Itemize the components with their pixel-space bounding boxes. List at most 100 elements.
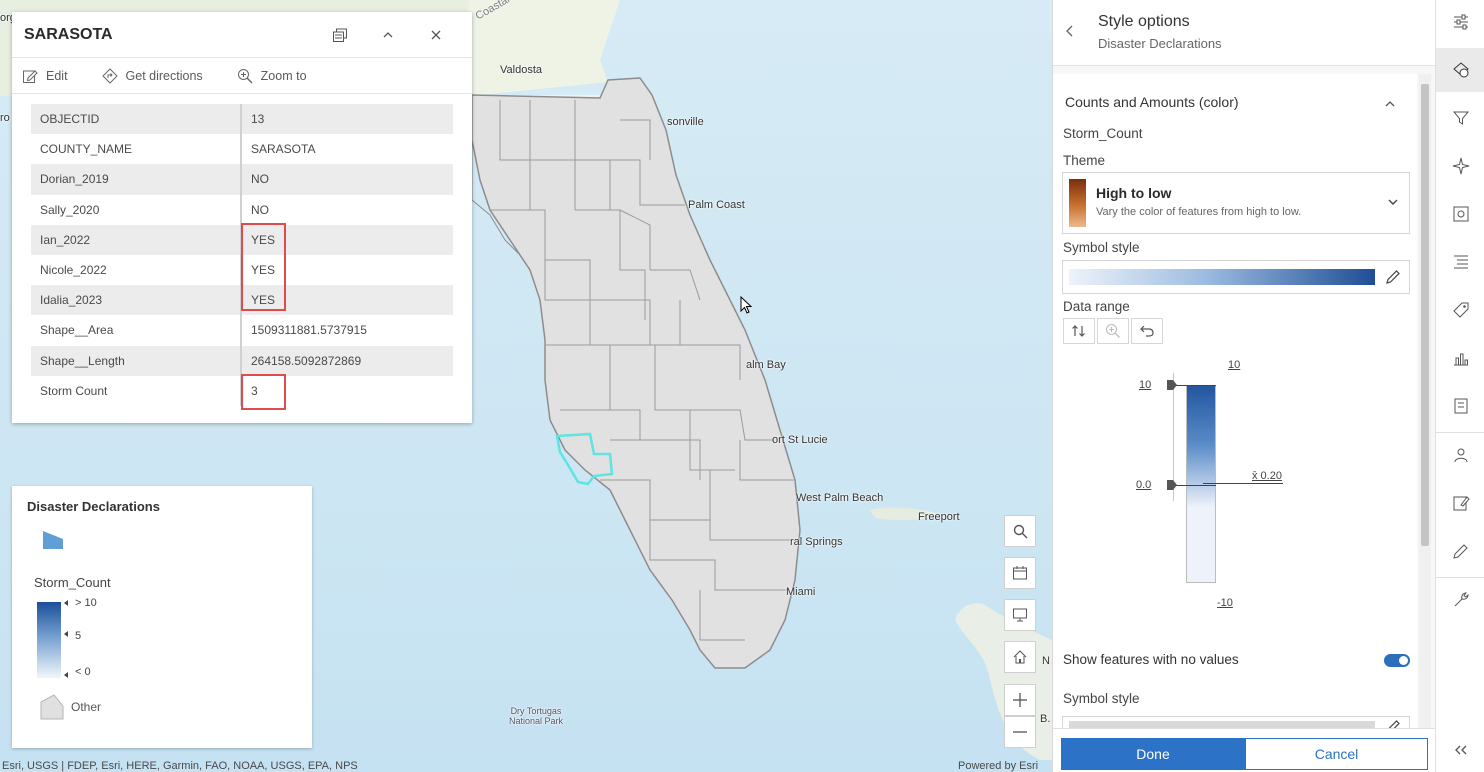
filter-tool[interactable]	[1436, 96, 1484, 140]
no-value-swatch	[1069, 721, 1375, 728]
map-label-coral-springs: ral Springs	[790, 536, 843, 548]
configure-tool[interactable]	[1436, 578, 1484, 622]
zoom-in-button[interactable]	[1004, 684, 1036, 716]
edit-action[interactable]: Edit	[22, 68, 68, 84]
cancel-button[interactable]: Cancel	[1245, 738, 1428, 770]
map-label-miami: Miami	[786, 586, 816, 598]
filter-icon	[1452, 111, 1469, 125]
search-button[interactable]	[1004, 515, 1036, 547]
panel-scrollbar[interactable]	[1419, 74, 1431, 728]
handle-line-low	[1176, 485, 1216, 486]
zoom-out-button[interactable]	[1004, 716, 1036, 748]
reset-range-button[interactable]	[1131, 318, 1163, 344]
feature-popup: SARASOTA Edit Get directions Zoom to OBJ…	[12, 12, 472, 423]
home-button[interactable]	[1004, 641, 1036, 673]
home-icon	[1013, 650, 1027, 664]
section-title[interactable]: Counts and Amounts (color)	[1065, 94, 1239, 110]
handle-low-value[interactable]: 0.0	[1136, 479, 1151, 491]
close-icon	[431, 30, 441, 39]
back-button[interactable]	[1065, 24, 1075, 41]
panel-header: Style options Disaster Declarations	[1053, 0, 1435, 66]
map-label-edge-2: ro	[0, 112, 10, 124]
field-name: OBJECTID	[31, 104, 242, 135]
legend-field-name: Storm_Count	[34, 575, 111, 590]
table-row: Sally_2020 NO	[31, 194, 453, 225]
edit-tool[interactable]	[1436, 529, 1484, 573]
panel-scroll-area[interactable]: Counts and Amounts (color) Storm_Count T…	[1053, 66, 1436, 728]
table-row: Shape__Length 264158.5092872869	[31, 345, 453, 376]
zoom-to-icon	[237, 68, 253, 83]
edit-symbol-button[interactable]	[1385, 269, 1401, 288]
map-label-dry-tortugas: Dry Tortugas National Park	[508, 706, 564, 726]
no-value-symbol-picker[interactable]	[1062, 716, 1410, 728]
edit-label: Edit	[46, 68, 68, 83]
field-name: Sally_2020	[31, 194, 242, 225]
zoom-range-button[interactable]	[1097, 318, 1129, 344]
map-label-port-st-lucie: ort St Lucie	[772, 434, 828, 446]
section-collapse-button[interactable]	[1385, 96, 1395, 111]
get-directions-action[interactable]: Get directions	[101, 67, 203, 84]
get-directions-label: Get directions	[125, 68, 203, 83]
map-label-freeport: Freeport	[918, 511, 960, 523]
powered-by-esri[interactable]: Powered by Esri	[958, 760, 1038, 772]
field-value: 264158.5092872869	[241, 345, 453, 376]
mouse-cursor-icon	[740, 296, 752, 314]
styles-tool[interactable]	[1436, 48, 1484, 92]
handle-high-value[interactable]: 10	[1139, 379, 1151, 391]
wrench-icon	[1454, 592, 1469, 607]
slider-handle-high[interactable]	[1166, 379, 1178, 391]
field-name: Storm Count	[31, 375, 242, 406]
show-no-values-toggle[interactable]	[1384, 654, 1410, 667]
fullscreen-button[interactable]	[1004, 599, 1036, 631]
collapse-button[interactable]	[364, 29, 412, 41]
invert-range-button[interactable]	[1063, 318, 1095, 344]
chevron-up-icon	[1385, 101, 1395, 107]
field-name: Ian_2022	[31, 224, 242, 255]
map-label-jacksonville: sonville	[667, 116, 704, 128]
fields-tool[interactable]	[1436, 240, 1484, 284]
charts-tool[interactable]	[1436, 336, 1484, 380]
done-button[interactable]: Done	[1061, 738, 1245, 770]
popups-tool[interactable]	[1436, 192, 1484, 236]
basemap-gallery-button[interactable]	[1004, 557, 1036, 589]
theme-name: High to low	[1096, 185, 1172, 201]
field-name: Shape__Area	[31, 315, 242, 346]
media-tool[interactable]	[1436, 433, 1484, 477]
mean-value: x̄ 0.20	[1252, 470, 1282, 482]
labels-tool[interactable]	[1436, 288, 1484, 332]
show-no-values-label: Show features with no values	[1063, 652, 1239, 667]
range-slider-track[interactable]	[1186, 385, 1216, 583]
effects-tool[interactable]	[1436, 144, 1484, 188]
highlight-box-storms	[241, 223, 286, 311]
popup-actions: Edit Get directions Zoom to	[12, 58, 472, 94]
sketch-tool[interactable]	[1436, 481, 1484, 525]
field-name: Idalia_2023	[31, 285, 242, 316]
legend-tick-mid: 5	[75, 630, 82, 642]
plus-icon	[1013, 693, 1027, 707]
table-row: Shape__Area 1509311881.5737915	[31, 315, 453, 346]
chevron-left-icon	[1066, 25, 1073, 37]
theme-dropdown[interactable]	[1387, 195, 1399, 210]
legend-panel: Disaster Declarations Storm_Count > 10 5…	[12, 486, 312, 748]
range-max-label: 10	[1228, 359, 1241, 371]
pencil-icon	[1386, 270, 1400, 284]
close-button[interactable]	[412, 29, 460, 41]
pencil-icon	[1388, 720, 1400, 728]
zoom-to-action[interactable]: Zoom to	[237, 68, 307, 84]
theme-description: Vary the color of features from high to …	[1096, 206, 1302, 218]
scrollbar-thumb[interactable]	[1421, 84, 1429, 546]
tag-icon	[1452, 302, 1468, 318]
symbol-style-picker[interactable]	[1062, 260, 1410, 294]
theme-select[interactable]: High to low Vary the color of features f…	[1062, 172, 1410, 234]
forms-tool[interactable]	[1436, 384, 1484, 428]
expand-toolbar-button[interactable]	[1436, 728, 1484, 772]
dock-button[interactable]	[316, 27, 364, 43]
table-row: OBJECTID 13	[31, 104, 453, 135]
swap-vertical-icon	[1072, 325, 1085, 337]
chevron-down-icon	[1388, 199, 1398, 205]
settings-toolbar	[1435, 0, 1484, 772]
map-attribution[interactable]: Esri, USGS | FDEP, Esri, HERE, Garmin, F…	[2, 760, 358, 772]
properties-tool[interactable]	[1436, 0, 1484, 44]
slider-handle-low[interactable]	[1166, 479, 1178, 491]
dock-icon	[333, 28, 347, 42]
